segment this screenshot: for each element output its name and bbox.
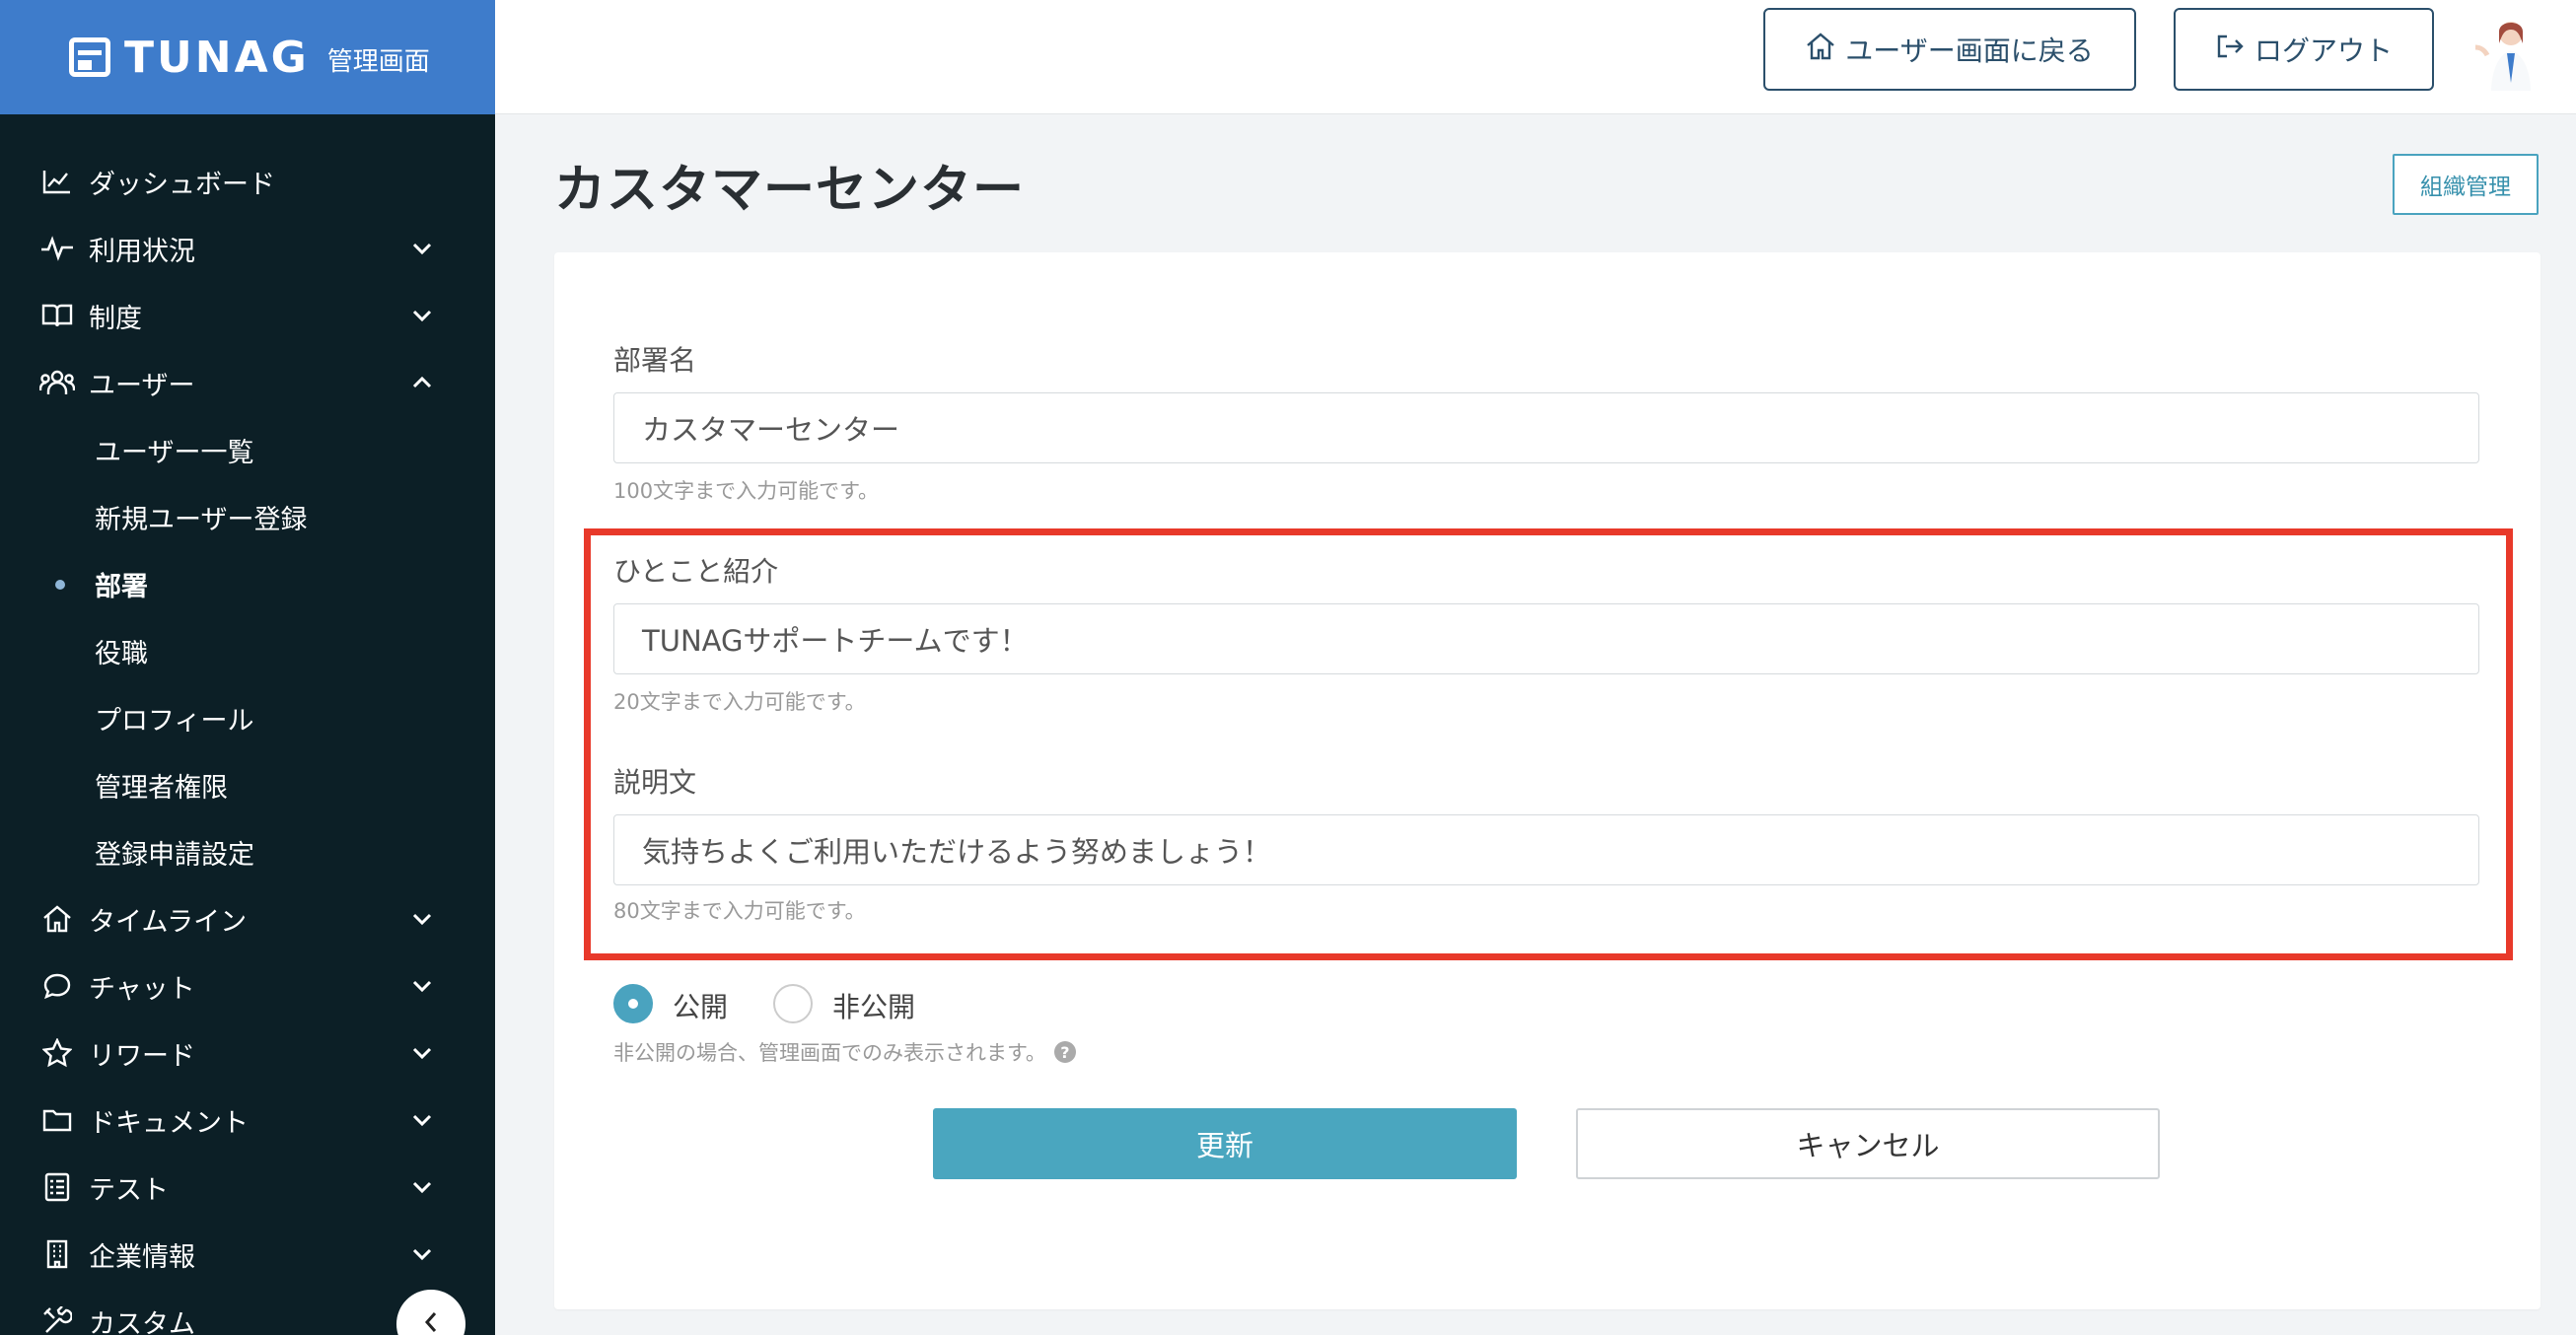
sidebar-subitem-label: 役職 [95, 638, 148, 669]
visibility-hint-row: 非公開の場合、管理画面でのみ表示されます。 ? [613, 1037, 1076, 1067]
intro-label: ひとこと紹介 [613, 555, 779, 588]
brand-header[interactable]: TUNAG 管理画面 [0, 0, 495, 114]
logout-button[interactable]: ログアウト [2174, 8, 2434, 91]
sidebar-item-chat[interactable]: チャット [0, 952, 495, 1019]
home-icon [1806, 32, 1845, 67]
star-icon [39, 1035, 75, 1071]
chat-bubble-icon [39, 968, 75, 1004]
logout-label: ログアウト [2254, 35, 2393, 67]
users-icon [39, 365, 75, 400]
sidebar-subitem-departments[interactable]: 部署 [0, 550, 495, 617]
description-input[interactable]: 気持ちよくご利用いただけるよう努めましょう！ [613, 814, 2479, 885]
description-hint: 80文字まで入力可能です。 [613, 899, 866, 923]
chevron-up-icon [408, 369, 436, 396]
chevron-down-icon [408, 905, 436, 933]
highlight-box [584, 528, 2513, 960]
sidebar-subitem-label: 新規ユーザー登録 [95, 504, 308, 535]
chevron-left-icon [424, 1311, 438, 1335]
building-icon [39, 1236, 75, 1272]
top-header: ユーザー画面に戻る ログアウト [495, 0, 2576, 114]
sidebar-nav: ダッシュボード 利用状況 制度 ユーザー ユーザー一覧 新規ユーザー登録 部署 [0, 114, 495, 1335]
book-icon [39, 298, 75, 333]
visibility-public-label[interactable]: 公開 [673, 986, 728, 1025]
sidebar-item-label: タイムライン [89, 906, 248, 938]
sidebar-item-users[interactable]: ユーザー [0, 349, 495, 416]
chart-line-icon [39, 164, 75, 199]
intro-input[interactable]: TUNAGサポートチームです！ [613, 603, 2479, 674]
activity-icon [39, 231, 75, 266]
active-indicator-dot [55, 580, 65, 590]
tools-icon [39, 1303, 75, 1335]
sidebar-item-label: 企業情報 [89, 1241, 195, 1273]
chevron-down-icon [408, 1240, 436, 1268]
brand-logo-icon [69, 37, 110, 77]
visibility-hint: 非公開の場合、管理画面でのみ表示されます。 [613, 1041, 1046, 1065]
visibility-private-radio[interactable] [773, 984, 813, 1023]
sidebar-item-label: ユーザー [89, 370, 195, 401]
brand-subtitle: 管理画面 [326, 46, 430, 77]
chevron-down-icon [408, 1039, 436, 1067]
sidebar-item-dashboard[interactable]: ダッシュボード [0, 148, 495, 215]
sidebar-item-usage[interactable]: 利用状況 [0, 215, 495, 282]
sidebar-subitem-positions[interactable]: 役職 [0, 617, 495, 684]
sidebar-item-label: リワード [89, 1040, 195, 1072]
sidebar-item-documents[interactable]: ドキュメント [0, 1087, 495, 1154]
org-management-button[interactable]: 組織管理 [2393, 154, 2539, 215]
sidebar-subitem-admin-rights[interactable]: 管理者権限 [0, 751, 495, 818]
visibility-private-label[interactable]: 非公開 [832, 986, 915, 1025]
checklist-icon [39, 1169, 75, 1205]
help-icon[interactable]: ? [1053, 1041, 1076, 1063]
logout-icon [2215, 33, 2254, 67]
chevron-down-icon [408, 235, 436, 262]
dept-name-hint: 100文字まで入力可能です。 [613, 479, 879, 503]
sidebar-item-label: ダッシュボード [89, 169, 275, 200]
visibility-public-radio[interactable] [613, 984, 653, 1023]
sidebar-subitem-user-list[interactable]: ユーザー一覧 [0, 416, 495, 483]
chevron-down-icon [408, 1173, 436, 1201]
description-label: 説明文 [613, 766, 697, 799]
cancel-button[interactable]: キャンセル [1576, 1108, 2160, 1179]
sidebar-subitem-label: ユーザー一覧 [95, 437, 254, 468]
intro-hint: 20文字まで入力可能です。 [613, 690, 866, 714]
back-to-user-screen-button[interactable]: ユーザー画面に戻る [1763, 8, 2136, 91]
sidebar: TUNAG 管理画面 ダッシュボード 利用状況 制度 ユーザー ユーザー一覧 新… [0, 0, 495, 1335]
brand-name: TUNAG [124, 32, 310, 83]
sidebar-subitem-registration-settings[interactable]: 登録申請設定 [0, 818, 495, 885]
chevron-down-icon [408, 302, 436, 329]
sidebar-subitem-label: 登録申請設定 [95, 839, 254, 871]
sidebar-item-test[interactable]: テスト [0, 1154, 495, 1221]
sidebar-subitem-new-user[interactable]: 新規ユーザー登録 [0, 483, 495, 550]
back-to-user-screen-label: ユーザー画面に戻る [1845, 35, 2094, 67]
sidebar-item-timeline[interactable]: タイムライン [0, 885, 495, 952]
dept-name-input[interactable]: カスタマーセンター [613, 392, 2479, 463]
sidebar-item-label: カスタム [89, 1308, 195, 1335]
home-icon [39, 901, 75, 937]
update-button[interactable]: 更新 [933, 1108, 1517, 1179]
page-title: カスタマーセンター [554, 161, 1026, 220]
sidebar-item-label: ドキュメント [89, 1107, 249, 1139]
sidebar-subitem-label: プロフィール [95, 705, 254, 737]
chevron-down-icon [408, 972, 436, 1000]
folder-icon [39, 1102, 75, 1138]
sidebar-item-label: 利用状況 [89, 236, 195, 267]
dept-name-label: 部署名 [613, 344, 697, 377]
sidebar-item-label: テスト [89, 1174, 169, 1206]
sidebar-subitem-label: 管理者権限 [95, 772, 228, 804]
avatar[interactable] [2468, 14, 2546, 93]
sidebar-item-label: チャット [89, 973, 195, 1005]
sidebar-subitem-label: 部署 [95, 571, 148, 602]
sidebar-item-system[interactable]: 制度 [0, 282, 495, 349]
sidebar-subitem-profile[interactable]: プロフィール [0, 684, 495, 751]
sidebar-item-label: 制度 [89, 303, 142, 334]
sidebar-item-reward[interactable]: リワード [0, 1019, 495, 1087]
chevron-down-icon [408, 1106, 436, 1134]
sidebar-item-company-info[interactable]: 企業情報 [0, 1221, 495, 1288]
